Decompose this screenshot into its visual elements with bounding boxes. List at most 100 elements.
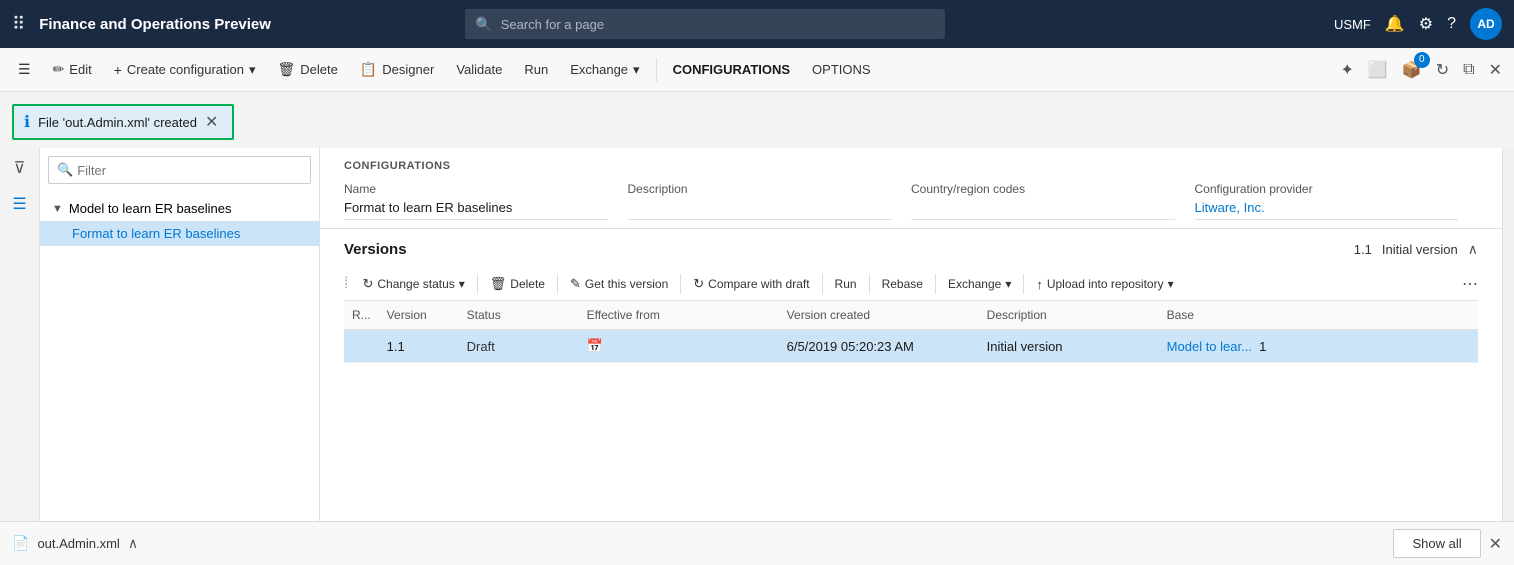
versions-exchange-dropdown-icon: ▾ [1005,277,1011,291]
cell-base: Model to lear... 1 [1159,330,1478,363]
versions-delete-button[interactable]: 🗑 Delete [482,272,553,296]
help-icon[interactable]: ? [1447,15,1456,33]
office-icon[interactable]: ⬜ [1364,56,1392,84]
notification-banner: ℹ File 'out.Admin.xml' created ✕ [12,104,234,140]
bottom-close-icon[interactable]: ✕ [1489,534,1502,554]
bottom-bar: 📄 out.Admin.xml ∧ Show all ✕ [0,521,1514,565]
right-scrollbar[interactable] [1502,148,1514,521]
base-link[interactable]: Model to lear... [1167,339,1252,354]
change-status-icon: ↻ [362,276,373,292]
command-bar: ☰ ✏ Edit + Create configuration ▾ 🗑 Dele… [0,48,1514,92]
col-header-desc: Description [979,301,1159,330]
meta-name-label: Name [344,182,608,196]
get-version-icon: ✎ [570,276,581,292]
run-button[interactable]: Run [514,56,558,83]
tree-child-item[interactable]: Format to learn ER baselines [40,221,319,246]
status-badge: Draft [467,339,495,354]
versions-exchange-button[interactable]: Exchange ▾ [940,273,1019,295]
tree-parent-item[interactable]: ▼ Model to learn ER baselines [40,196,319,221]
table-row[interactable]: 1.1 Draft 📅 6/5/2019 05:20:23 AM Initial… [344,330,1478,363]
compare-icon: ↻ [693,276,704,292]
compare-with-draft-button[interactable]: ↻ Compare with draft [685,272,817,296]
col-header-version: Version [379,301,459,330]
upload-icon: ↑ [1036,277,1043,292]
top-navigation: ⠿ Finance and Operations Preview 🔍 Searc… [0,0,1514,48]
options-button[interactable]: OPTIONS [802,56,881,83]
meta-country-col: Country/region codes [911,182,1195,220]
create-configuration-button[interactable]: + Create configuration ▾ [104,56,266,84]
content-area: CONFIGURATIONS Name Format to learn ER b… [320,148,1502,521]
col-header-created: Version created [779,301,979,330]
cmd-right-area: ✦ ⬜ 📦 0 ↻ ⧉ ✕ [1337,56,1507,84]
search-placeholder: Search for a page [501,17,604,32]
exchange-button[interactable]: Exchange ▾ [560,56,649,84]
settings-icon[interactable]: ⚙ [1419,14,1433,34]
cell-effective: 📅 [579,330,779,363]
filter-input[interactable] [77,163,302,178]
nav-filter-box[interactable]: 🔍 [48,156,311,184]
restore-icon[interactable]: ⧉ [1459,57,1478,83]
nav-panel: 🔍 ▼ Model to learn ER baselines Format t… [40,148,320,521]
ver-separator-6 [935,274,936,294]
versions-collapse-icon[interactable]: ∧ [1468,241,1478,258]
app-grid-icon[interactable]: ⠿ [12,14,25,35]
meta-desc-value [628,200,892,220]
notification-close-icon[interactable]: ✕ [205,112,218,132]
versions-table-header-row: R... Version Status Effective from Versi… [344,301,1478,330]
versions-more-icon[interactable]: ⋯ [1462,274,1478,294]
meta-description-col: Description [628,182,912,220]
expand-chevron-icon[interactable]: ∧ [128,535,138,552]
designer-button[interactable]: 📋 Designer [350,55,444,84]
bottom-show-all-area: Show all ✕ [1393,529,1502,558]
rebase-button[interactable]: Rebase [874,273,931,295]
change-status-button[interactable]: ↻ Change status ▾ [354,272,472,296]
ver-separator-7 [1023,274,1024,294]
top-right-icons: USMF 🔔 ⚙ ? AD [1334,8,1502,40]
notification-area: ℹ File 'out.Admin.xml' created ✕ [0,92,1514,148]
avatar[interactable]: AD [1470,8,1502,40]
search-bar[interactable]: 🔍 Search for a page [465,9,945,39]
close-window-icon[interactable]: ✕ [1485,56,1506,84]
edit-button[interactable]: ✏ Edit [43,55,102,84]
configurations-button[interactable]: CONFIGURATIONS [663,56,800,83]
versions-table-body: 1.1 Draft 📅 6/5/2019 05:20:23 AM Initial… [344,330,1478,363]
plus-icon: + [114,62,122,78]
versions-run-button[interactable]: Run [827,273,865,295]
config-meta: Name Format to learn ER baselines Descri… [344,182,1478,220]
col-header-effective: Effective from [579,301,779,330]
versions-section: Versions 1.1 Initial version ∧ ⁞ ↻ Chang… [320,229,1502,521]
list-sidebar-icon[interactable]: ☰ [12,194,26,214]
delete-button[interactable]: 🗑 Delete [268,55,348,84]
show-all-button[interactable]: Show all [1393,529,1480,558]
calendar-icon[interactable]: 📅 [587,338,603,353]
filter-sidebar-icon[interactable]: ⊽ [14,158,26,178]
config-header: CONFIGURATIONS Name Format to learn ER b… [320,148,1502,229]
notification-icon[interactable]: 🔔 [1385,14,1405,34]
badge-count: 0 [1414,52,1430,68]
get-this-version-button[interactable]: ✎ Get this version [562,272,676,296]
change-status-dropdown-icon: ▾ [459,277,465,291]
versions-badge-area: 1.1 Initial version ∧ [1354,241,1478,258]
meta-provider-value[interactable]: Litware, Inc. [1195,200,1459,220]
meta-provider-col: Configuration provider Litware, Inc. [1195,182,1479,220]
tree-collapse-icon: ▼ [52,203,63,215]
pin-icon[interactable]: ✦ [1337,56,1358,84]
nav-tree: ▼ Model to learn ER baselines Format to … [40,192,319,250]
versions-header: Versions 1.1 Initial version ∧ [344,241,1478,258]
meta-country-value [911,200,1175,220]
org-label: USMF [1334,17,1371,32]
tree-child-label: Format to learn ER baselines [72,226,240,241]
trash-icon: 🗑 [278,61,296,78]
toolbar-handle-icon: ⁞ [344,275,348,293]
versions-delete-icon: 🗑 [490,276,507,292]
app-title: Finance and Operations Preview [39,16,271,33]
validate-button[interactable]: Validate [446,56,512,83]
menu-toggle-button[interactable]: ☰ [8,55,41,84]
meta-desc-label: Description [628,182,892,196]
upload-repository-button[interactable]: ↑ Upload into repository ▾ [1028,273,1181,296]
badge-icon[interactable]: 📦 0 [1398,56,1426,84]
refresh-icon[interactable]: ↻ [1432,56,1453,84]
version-number-badge: 1.1 [1354,242,1372,257]
meta-provider-label: Configuration provider [1195,182,1459,196]
cell-version: 1.1 [379,330,459,363]
